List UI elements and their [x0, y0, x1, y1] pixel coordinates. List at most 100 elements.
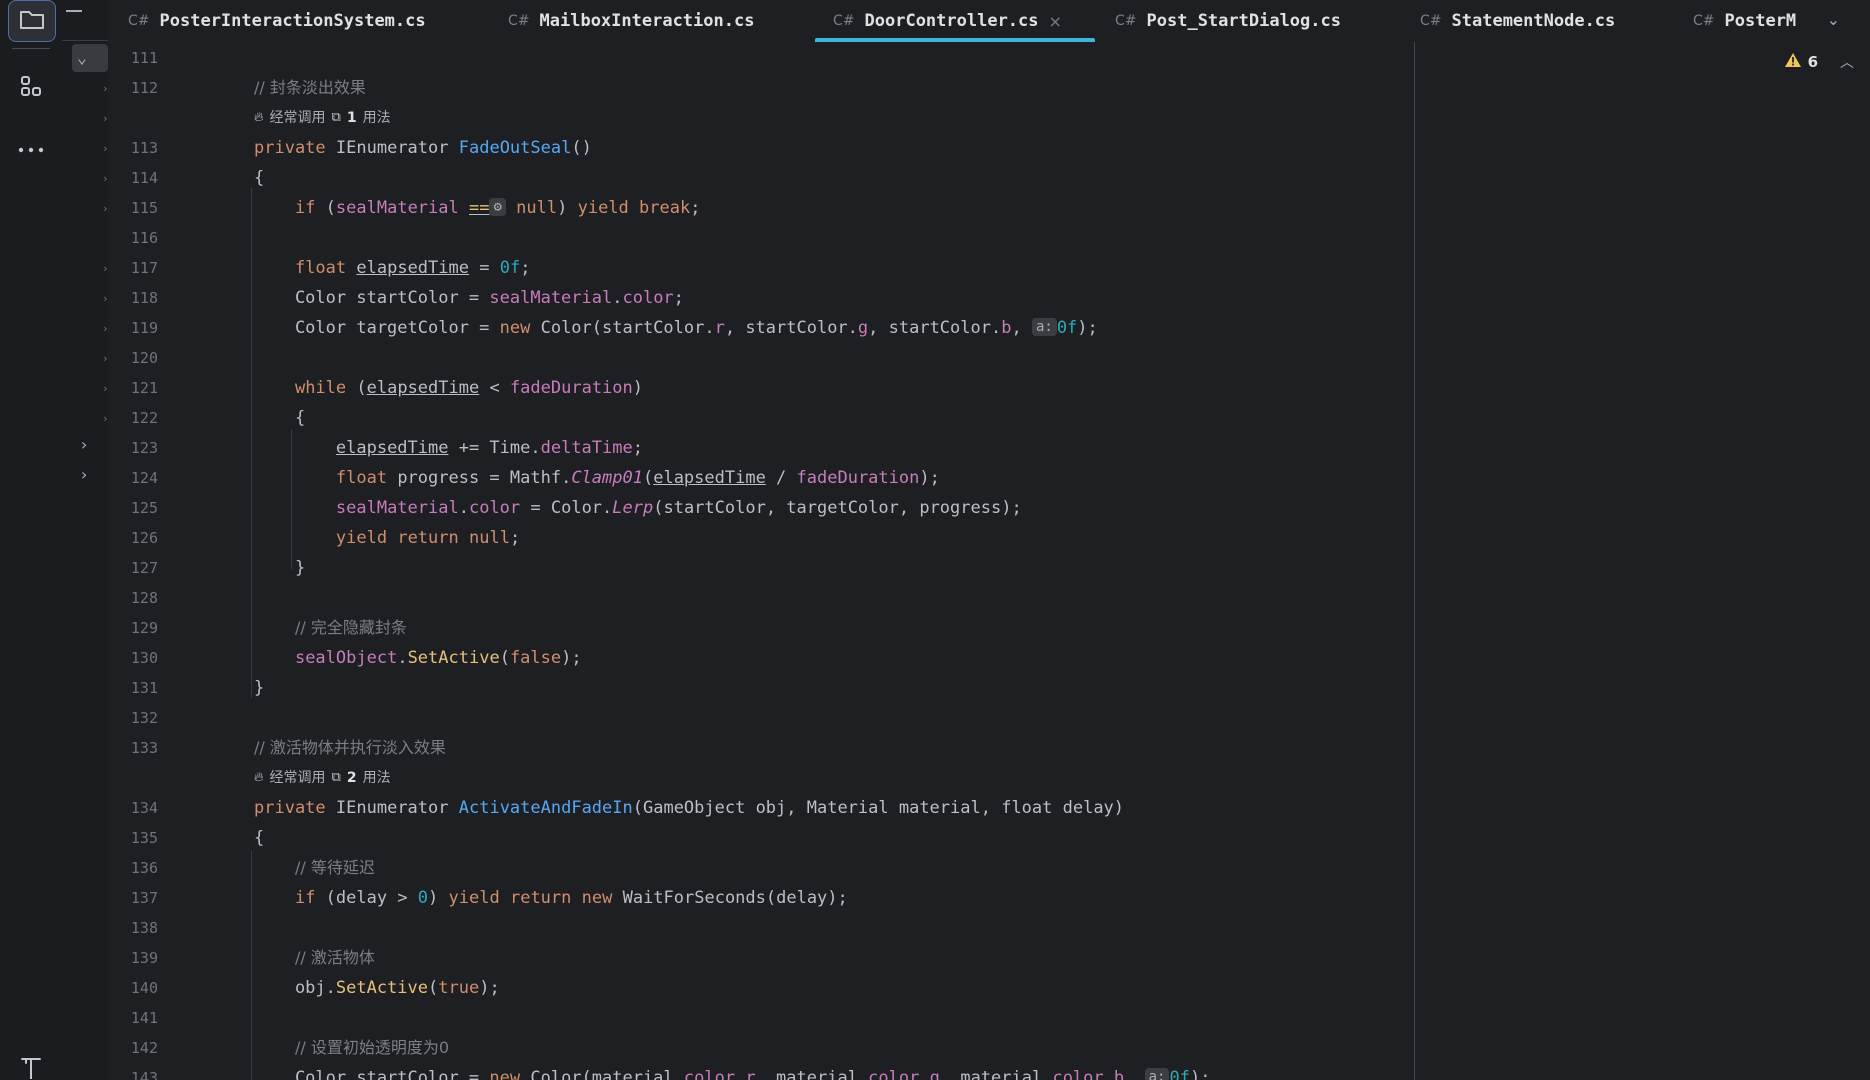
line-number: 118 — [130, 289, 158, 307]
line-number: 135 — [130, 829, 158, 847]
line-number: 133 — [130, 739, 158, 757]
line-number: 140 — [130, 979, 158, 997]
code-line-127: } — [254, 558, 306, 578]
line-number: 112 — [130, 79, 158, 97]
tab-label: PosterInteractionSystem.cs — [159, 11, 426, 31]
indent-guide — [251, 851, 252, 1080]
code-comment: // 等待延迟 — [294, 858, 375, 877]
line-number: 122 — [130, 409, 158, 427]
project-folder-button[interactable] — [8, 0, 56, 42]
code-line-140: obj.SetActive(true); — [254, 978, 500, 998]
structure-icon — [19, 74, 43, 102]
line-number: 130 — [130, 649, 158, 667]
line-number: 113 — [130, 139, 158, 157]
code-comment: // 设置初始透明度为0 — [294, 1038, 450, 1057]
tab-label: MailboxInteraction.cs — [539, 11, 755, 31]
line-number: 137 — [130, 889, 158, 907]
code-line-122: { — [254, 408, 306, 428]
line-number: 141 — [130, 1009, 158, 1027]
tab-poster-m[interactable]: C# PosterM — [1693, 0, 1823, 42]
code-line-114: { — [254, 168, 265, 188]
line-number: 116 — [130, 229, 158, 247]
line-number: 120 — [130, 349, 158, 367]
code-comment: // 完全隐藏封条 — [294, 618, 407, 637]
flame-icon: 🔥︎ — [254, 110, 264, 125]
line-number: 131 — [130, 679, 158, 697]
code-vision-hint-fadeout[interactable]: 🔥︎ 经常调用 ⧉ 1 用法 — [254, 103, 391, 133]
csharp-file-icon: C# — [128, 13, 150, 29]
more-tools-button[interactable] — [8, 128, 54, 168]
tab-post-start-dialog[interactable]: C# Post_StartDialog.cs — [1115, 0, 1341, 42]
code-line-126: yield return null; — [335, 528, 521, 548]
tab-statement-node[interactable]: C# StatementNode.cs — [1420, 0, 1615, 42]
code-line-115: if (sealMaterial == ⚙ null) yield break; — [294, 198, 701, 218]
tab-label: StatementNode.cs — [1451, 11, 1616, 31]
tab-overflow-chevron-down-icon[interactable]: ⌄ — [1827, 10, 1840, 29]
line-number: 129 — [130, 619, 158, 637]
csharp-file-icon: C# — [1693, 13, 1715, 29]
chevron-right-icon[interactable]: › — [76, 437, 92, 453]
code-line-118: Color startColor = sealMaterial.color; — [254, 288, 684, 308]
csharp-file-icon: C# — [1420, 13, 1442, 29]
usage-frequency-label: 经常调用 — [269, 110, 326, 126]
usages-label: 用法 — [362, 770, 391, 786]
folder-icon — [19, 8, 45, 34]
chevron-right-icon[interactable]: › — [76, 467, 92, 483]
activity-separator — [12, 48, 50, 49]
line-number: 142 — [130, 1039, 158, 1057]
inspection-widget[interactable]: 6 — [1784, 52, 1818, 72]
code-line-113: private IEnumerator FadeOutSeal() — [254, 138, 592, 158]
tab-label: PosterM — [1724, 11, 1797, 31]
line-number: 128 — [130, 589, 158, 607]
code-line-142: // 设置初始透明度为0 — [254, 1033, 449, 1063]
code-line-112: // 封条淡出效果 — [254, 73, 366, 103]
line-number: 139 — [130, 949, 158, 967]
line-number: 132 — [130, 709, 158, 727]
usages-icon: ⧉ — [331, 770, 341, 785]
code-line-131: } — [254, 678, 265, 698]
usages-icon: ⧉ — [331, 110, 341, 125]
indent-guide — [251, 188, 252, 698]
code-line-137: if (delay > 0) yield return new WaitForS… — [294, 888, 848, 908]
usage-frequency-label: 经常调用 — [269, 770, 326, 786]
flame-icon: 🔥︎ — [254, 770, 264, 785]
code-line-125: sealMaterial.color = Color.Lerp(startCol… — [335, 498, 1022, 518]
chevron-up-icon[interactable]: ︿ — [1840, 52, 1854, 72]
code-comment: // 激活物体并执行淡入效果 — [254, 738, 446, 757]
strip-header — [62, 0, 108, 41]
ellipsis-icon — [18, 139, 44, 158]
line-number: 117 — [130, 259, 158, 277]
editor-tab-bar: C# PosterInteractionSystem.cs C# Mailbox… — [108, 0, 1870, 43]
code-vision-hint-activate[interactable]: 🔥︎ 经常调用 ⧉ 2 用法 — [254, 763, 391, 793]
code-comment: // 激活物体 — [294, 948, 375, 967]
warning-icon — [1784, 52, 1802, 72]
project-tool-strip: ⌄ › › › › › › › › › › › › › — [62, 0, 109, 1080]
chevron-down-icon[interactable]: ⌄ — [74, 50, 90, 66]
code-comment: // 封条淡出效果 — [254, 78, 366, 97]
code-line-123: elapsedTime += Time.deltaTime; — [335, 438, 643, 458]
code-line-124: float progress = Mathf.Clamp01(elapsedTi… — [335, 468, 940, 488]
code-line-130: sealObject.SetActive(false); — [294, 648, 582, 668]
build-button[interactable] — [8, 1048, 54, 1080]
code-line-135: { — [254, 828, 265, 848]
right-margin-guide — [1414, 42, 1415, 1080]
close-icon[interactable]: × — [1049, 12, 1062, 31]
usage-count: 1 — [346, 110, 357, 126]
code-line-129: // 完全隐藏封条 — [254, 613, 407, 643]
tab-mailbox-interaction[interactable]: C# MailboxInteraction.cs — [508, 0, 754, 42]
structure-button[interactable] — [8, 68, 54, 108]
tab-label: DoorController.cs — [864, 11, 1039, 31]
line-number: 111 — [130, 49, 158, 67]
activity-bar — [0, 0, 63, 1080]
tab-door-controller[interactable]: C# DoorController.cs × — [815, 0, 1095, 42]
line-number: 123 — [130, 439, 158, 457]
line-number: 125 — [130, 499, 158, 517]
line-number: 124 — [130, 469, 158, 487]
code-line-121: while (elapsedTime < fadeDuration) — [294, 378, 644, 398]
tab-poster-interaction-system[interactable]: C# PosterInteractionSystem.cs — [128, 0, 426, 42]
usage-count: 2 — [346, 770, 357, 786]
line-number: 121 — [130, 379, 158, 397]
usages-label: 用法 — [362, 110, 391, 126]
line-number: 119 — [130, 319, 158, 337]
minimize-icon[interactable] — [66, 10, 82, 12]
